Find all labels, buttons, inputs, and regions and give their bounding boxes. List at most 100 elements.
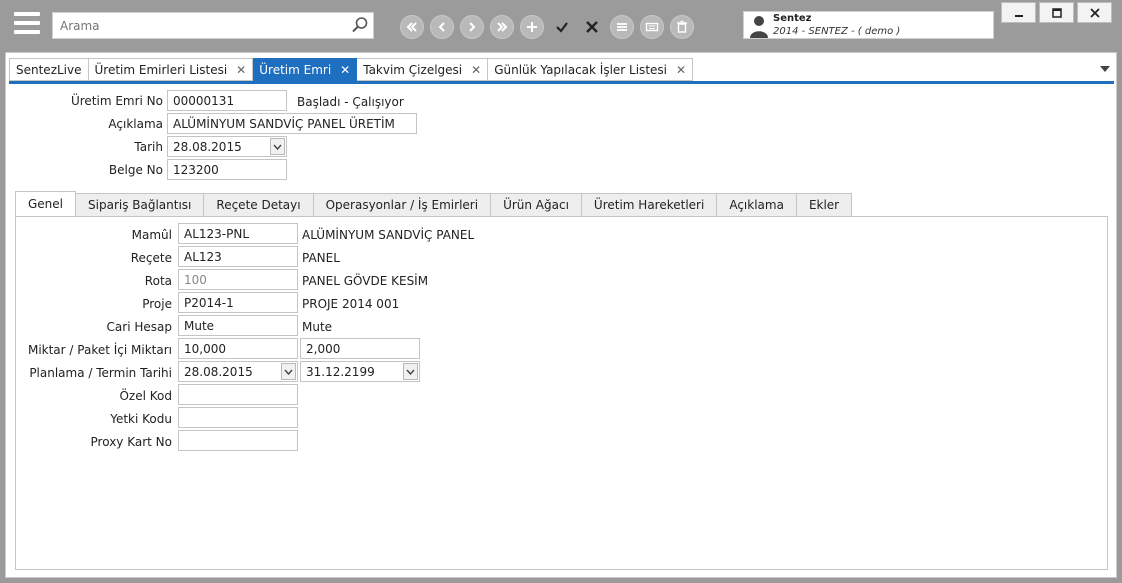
- order-no-field[interactable]: 00000131: [167, 90, 287, 111]
- route-name: PANEL GÖVDE KESİM: [302, 274, 429, 288]
- date-value: 28.08.2015: [173, 140, 242, 154]
- add-button[interactable]: [520, 15, 544, 39]
- tab-label: Sipariş Bağlantısı: [88, 198, 192, 212]
- record-toolbar: [400, 15, 694, 39]
- tab-label: Üretim Emri: [259, 62, 332, 77]
- double-chevron-left-icon: [406, 22, 417, 32]
- document-tabs: SentezLive Üretim Emirleri Listesi ✕ Üre…: [9, 58, 694, 81]
- cancel-button[interactable]: [580, 15, 604, 39]
- double-chevron-right-icon: [497, 22, 508, 32]
- detail-tabs: Genel Sipariş Bağlantısı Reçete Detayı O…: [15, 191, 853, 217]
- recipe-name: PANEL: [302, 251, 340, 265]
- order-status: Başladı - Çalışıyor: [297, 95, 404, 109]
- close-window-button[interactable]: [1077, 2, 1112, 23]
- save-button[interactable]: [550, 15, 574, 39]
- special-code-field[interactable]: [178, 384, 298, 405]
- description-field[interactable]: ALÜMİNYUM SANDVİÇ PANEL ÜRETİM: [167, 113, 417, 134]
- recipe-code-field[interactable]: AL123: [178, 246, 298, 267]
- special-code-label: Özel Kod: [119, 389, 172, 403]
- order-no-label: Üretim Emri No: [70, 94, 163, 108]
- list-button[interactable]: [610, 15, 634, 39]
- chevron-down-icon: [273, 144, 282, 150]
- delete-button[interactable]: [670, 15, 694, 39]
- tab-production-movements[interactable]: Üretim Hareketleri: [581, 193, 718, 217]
- close-icon: [586, 21, 598, 33]
- tab-operations[interactable]: Operasyonlar / İş Emirleri: [313, 193, 492, 217]
- close-tab-icon[interactable]: ✕: [340, 63, 350, 77]
- chevron-down-icon: [406, 369, 415, 375]
- tab-attachments[interactable]: Ekler: [796, 193, 853, 217]
- close-icon: [1089, 7, 1100, 18]
- tab-label: Üretim Emirleri Listesi: [94, 62, 228, 77]
- planning-date-picker[interactable]: 28.08.2015: [178, 361, 298, 382]
- due-date-value: 31.12.2199: [306, 365, 375, 379]
- chevron-left-icon: [438, 22, 445, 32]
- menu-icon[interactable]: [14, 12, 40, 36]
- planning-date-dropdown-button[interactable]: [281, 363, 296, 380]
- tab-label: Günlük Yapılacak İşler Listesi: [494, 62, 667, 77]
- minimize-icon: [1014, 14, 1023, 17]
- keyboard-button[interactable]: [640, 15, 664, 39]
- tab-sentezlive[interactable]: SentezLive: [9, 58, 89, 81]
- maximize-button[interactable]: [1039, 2, 1074, 23]
- first-record-button[interactable]: [400, 15, 424, 39]
- recipe-label: Reçete: [130, 251, 172, 265]
- tab-calendar-schedule[interactable]: Takvim Çizelgesi ✕: [357, 58, 489, 81]
- tab-production-orders-list[interactable]: Üretim Emirleri Listesi ✕: [88, 58, 254, 81]
- search-icon[interactable]: [351, 16, 369, 34]
- date-picker[interactable]: 28.08.2015: [167, 136, 287, 157]
- doc-no-label: Belge No: [108, 163, 163, 177]
- date-dropdown-button[interactable]: [270, 138, 285, 155]
- due-date-dropdown-button[interactable]: [403, 363, 418, 380]
- tab-daily-tasks[interactable]: Günlük Yapılacak İşler Listesi ✕: [488, 58, 694, 81]
- product-code-field[interactable]: AL123-PNL: [178, 223, 298, 244]
- tab-label: Üretim Hareketleri: [593, 198, 705, 212]
- auth-code-label: Yetki Kodu: [110, 412, 172, 426]
- product-name: ALÜMİNYUM SANDVİÇ PANEL: [302, 228, 475, 242]
- tab-label: Ekler: [808, 198, 840, 212]
- tab-general[interactable]: Genel: [15, 191, 77, 217]
- search-box[interactable]: [52, 12, 374, 39]
- doc-no-field[interactable]: 123200: [167, 159, 287, 180]
- general-panel: Mamûl AL123-PNL ALÜMİNYUM SANDVİÇ PANEL …: [15, 216, 1108, 570]
- tab-order-link[interactable]: Sipariş Bağlantısı: [76, 193, 205, 217]
- last-record-button[interactable]: [490, 15, 514, 39]
- due-date-picker[interactable]: 31.12.2199: [300, 361, 420, 382]
- account-name: Mute: [302, 320, 333, 334]
- avatar: [750, 16, 768, 38]
- planning-date-value: 28.08.2015: [184, 365, 253, 379]
- description-label: Açıklama: [108, 117, 163, 131]
- user-company: 2014 - SENTEZ - ( demo ): [773, 26, 901, 37]
- maximize-icon: [1051, 7, 1062, 18]
- tab-label: SentezLive: [16, 62, 82, 77]
- account-code-field[interactable]: Mute: [178, 315, 298, 336]
- pack-quantity-field[interactable]: 2,000: [300, 338, 420, 359]
- list-icon: [617, 23, 627, 31]
- next-record-button[interactable]: [460, 15, 484, 39]
- active-tab-underline: [9, 81, 1114, 84]
- minimize-button[interactable]: [1001, 2, 1036, 23]
- tab-recipe-detail[interactable]: Reçete Detayı: [204, 193, 314, 217]
- previous-record-button[interactable]: [430, 15, 454, 39]
- tab-list-dropdown-icon[interactable]: [1100, 65, 1110, 73]
- tab-description[interactable]: Açıklama: [717, 193, 797, 217]
- route-code-field[interactable]: 100: [178, 269, 298, 290]
- chevron-down-icon: [284, 369, 293, 375]
- quantity-label: Miktar / Paket İçi Miktarı: [27, 343, 172, 357]
- proxy-card-field[interactable]: [178, 430, 298, 451]
- tab-production-order[interactable]: Üretim Emri ✕: [253, 58, 358, 81]
- close-tab-icon[interactable]: ✕: [471, 63, 481, 77]
- route-label: Rota: [144, 274, 172, 288]
- tab-product-tree[interactable]: Ürün Ağacı: [491, 193, 582, 217]
- trash-icon: [677, 20, 687, 33]
- quantity-field[interactable]: 10,000: [178, 338, 298, 359]
- user-name: Sentez: [773, 13, 812, 24]
- user-panel[interactable]: Sentez 2014 - SENTEZ - ( demo ): [743, 11, 994, 39]
- search-input[interactable]: [53, 13, 343, 38]
- close-tab-icon[interactable]: ✕: [236, 63, 246, 77]
- close-tab-icon[interactable]: ✕: [676, 63, 686, 77]
- window-controls: [1001, 2, 1112, 23]
- tab-label: Genel: [28, 197, 64, 211]
- project-code-field[interactable]: P2014-1: [178, 292, 298, 313]
- auth-code-field[interactable]: [178, 407, 298, 428]
